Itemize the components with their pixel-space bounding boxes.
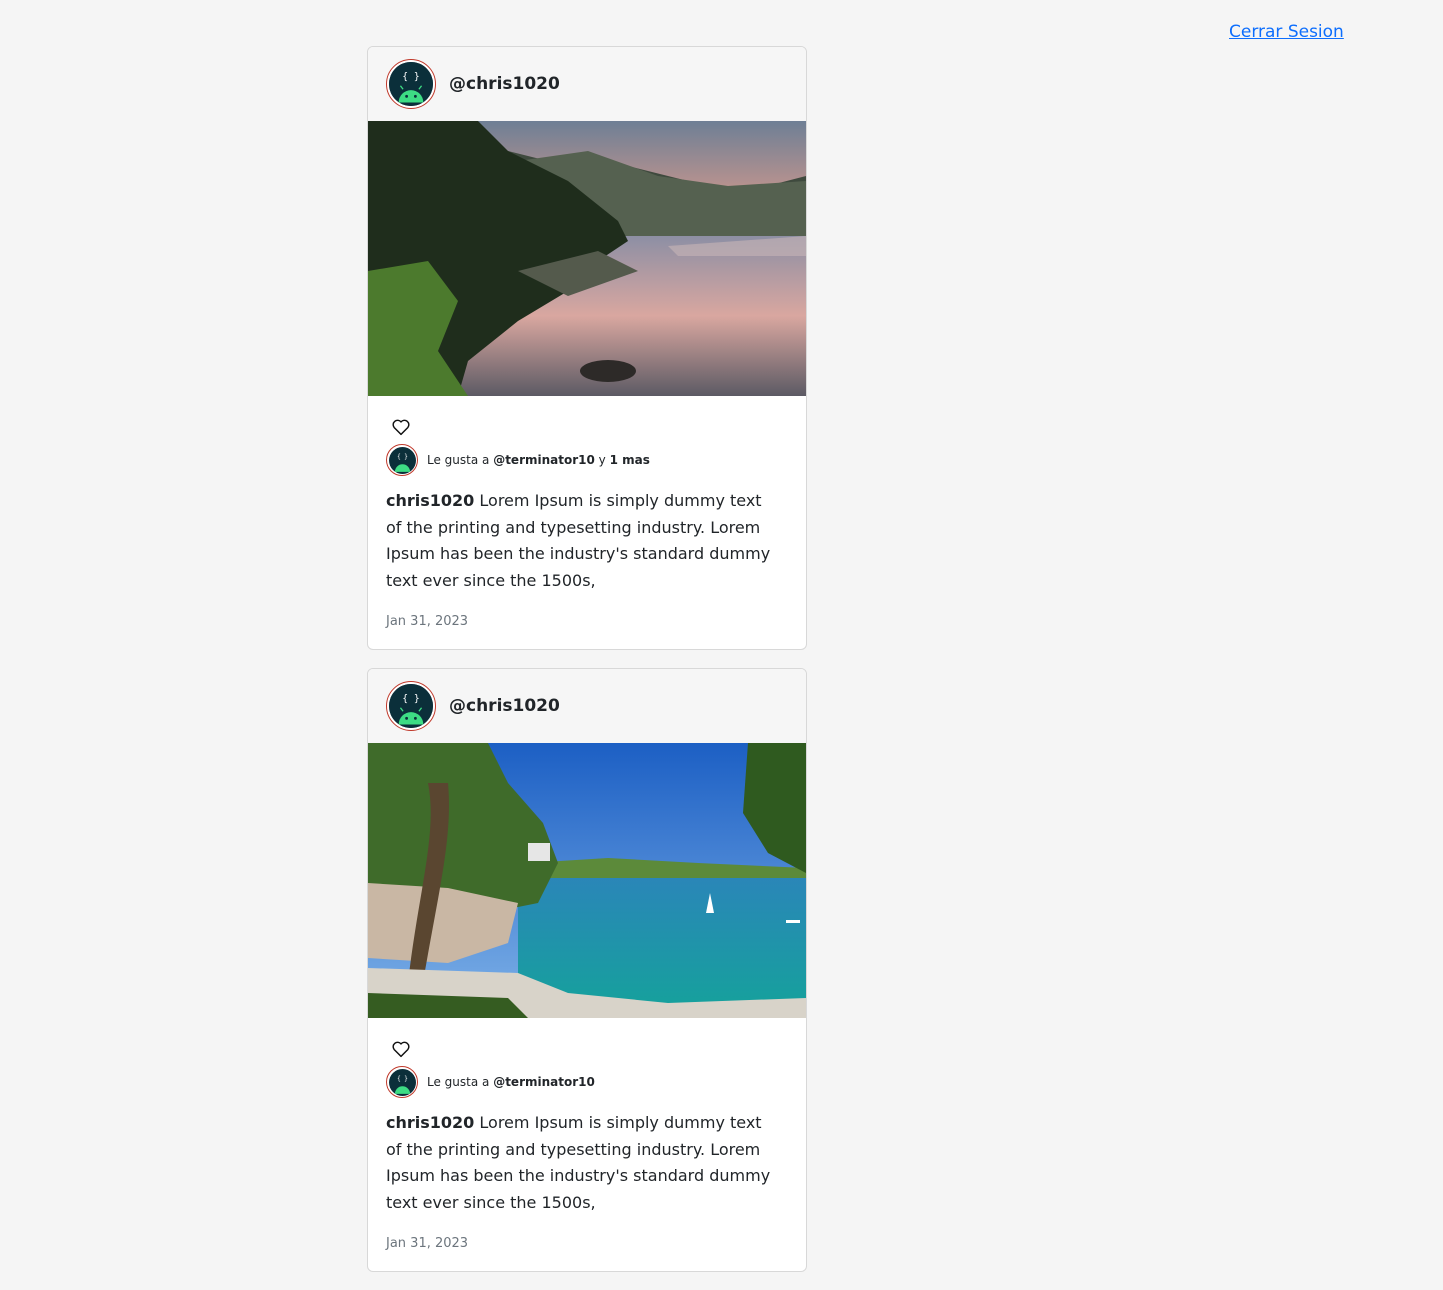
author-handle[interactable]: @chris1020 bbox=[449, 696, 560, 716]
author-avatar[interactable]: { } bbox=[386, 681, 436, 731]
post-card: { } @chris1020 {} Le gusta a @terminato… bbox=[367, 46, 807, 650]
post-card: { } @chris1020 {} Le gusta a @terminato… bbox=[367, 668, 807, 1272]
post-image bbox=[368, 743, 806, 1018]
post-caption: chris1020 Lorem Ipsum is simply dummy te… bbox=[386, 1113, 771, 1212]
liker-avatar[interactable]: { } bbox=[386, 444, 418, 476]
likes-summary: Le gusta a @terminator10 y 1 mas bbox=[427, 453, 650, 467]
android-avatar-icon: { } bbox=[388, 1068, 416, 1096]
post-date: Jan 31, 2023 bbox=[386, 1236, 469, 1251]
post-date: Jan 31, 2023 bbox=[386, 614, 469, 629]
post-feed: { } @chris1020 {} Le gusta a @terminato… bbox=[367, 46, 807, 1290]
svg-text:{ }: { } bbox=[397, 452, 408, 459]
android-avatar-icon: { } bbox=[389, 684, 433, 728]
logout-link[interactable]: Cerrar Sesion bbox=[1229, 22, 1344, 42]
post-caption: chris1020 Lorem Ipsum is simply dummy te… bbox=[386, 491, 771, 590]
caption-author[interactable]: chris1020 bbox=[386, 1113, 474, 1132]
heart-icon[interactable] bbox=[390, 416, 412, 438]
likes-row: { } Le gusta a @terminator10 y 1 mas bbox=[386, 444, 788, 476]
post-header: { } @chris1020 bbox=[368, 47, 806, 121]
likes-row: { } Le gusta a @terminator10 bbox=[386, 1066, 788, 1098]
author-avatar[interactable]: { } bbox=[386, 59, 436, 109]
caption-author[interactable]: chris1020 bbox=[386, 491, 474, 510]
svg-text:{ }: { } bbox=[402, 72, 419, 83]
author-handle[interactable]: @chris1020 bbox=[449, 74, 560, 94]
heart-icon[interactable] bbox=[390, 1038, 412, 1060]
liker-avatar[interactable]: { } bbox=[386, 1066, 418, 1098]
svg-text:{ }: { } bbox=[402, 694, 419, 705]
post-header: { } @chris1020 bbox=[368, 669, 806, 743]
likes-more[interactable]: 1 mas bbox=[610, 453, 650, 467]
android-avatar-icon: { } bbox=[388, 446, 416, 474]
android-avatar-icon: { } bbox=[389, 62, 433, 106]
liker-handle[interactable]: @terminator10 bbox=[493, 1075, 595, 1089]
svg-text:{ }: { } bbox=[397, 1074, 408, 1081]
likes-summary: Le gusta a @terminator10 bbox=[427, 1075, 595, 1089]
liker-handle[interactable]: @terminator10 bbox=[493, 453, 595, 467]
post-image bbox=[368, 121, 806, 396]
